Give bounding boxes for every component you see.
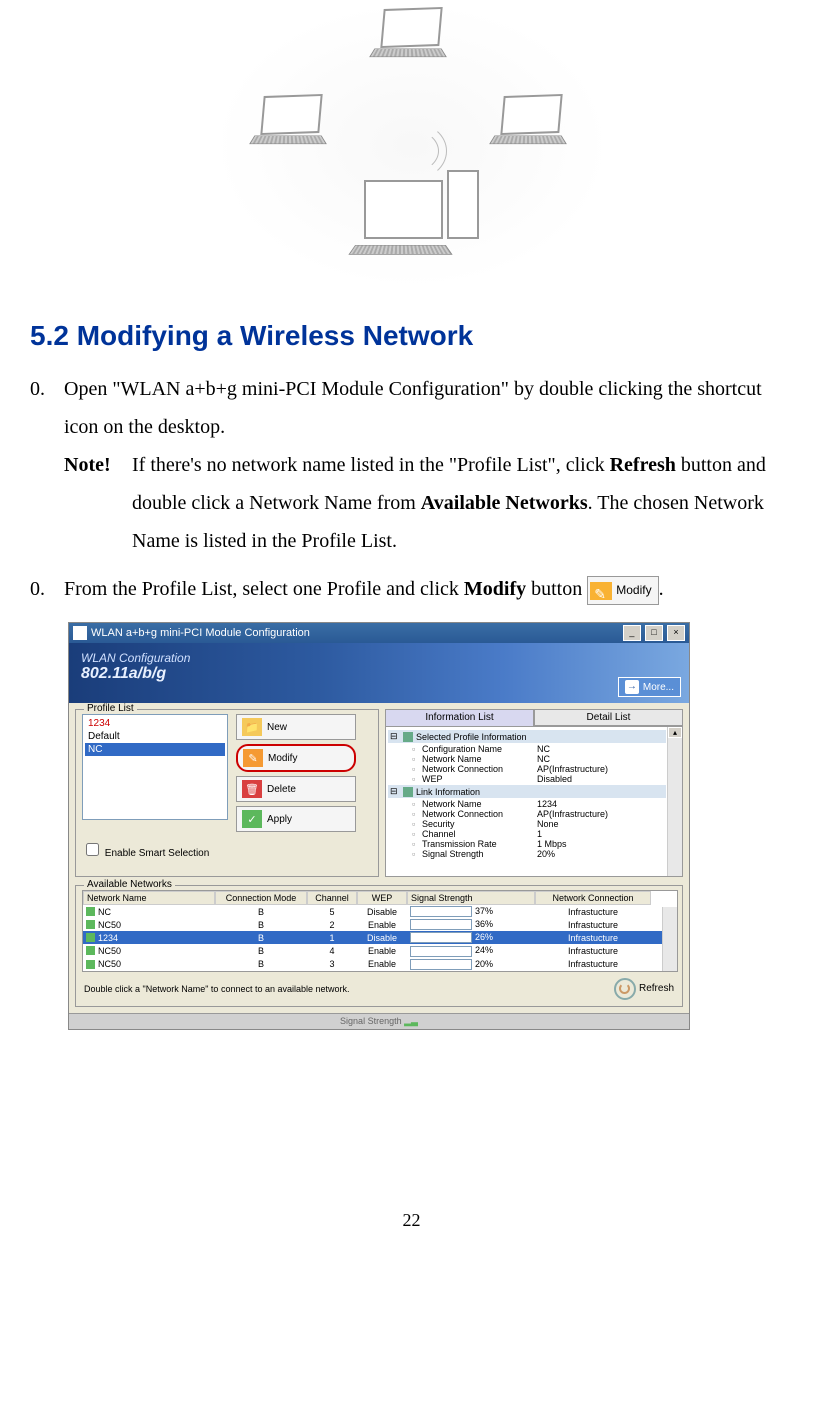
tree-row: ▫WEPDisabled bbox=[410, 774, 666, 784]
scrollbar[interactable] bbox=[662, 907, 677, 971]
profile-item[interactable]: NC bbox=[85, 743, 225, 756]
tab-detail-list[interactable]: Detail List bbox=[534, 709, 683, 726]
note-text: If there's no network name listed in the… bbox=[132, 446, 793, 560]
table-row[interactable]: 1234B1Disable26%Infrastucture bbox=[83, 931, 677, 944]
refresh-button[interactable]: Refresh bbox=[614, 978, 674, 1000]
footer-hint: Double click a "Network Name" to connect… bbox=[84, 984, 350, 994]
checkbox-input[interactable] bbox=[86, 843, 99, 856]
tree-row: ▫Network NameNC bbox=[410, 754, 666, 764]
folder-icon: 📁 bbox=[242, 718, 262, 736]
available-networks-group: Available Networks Network NameConnectio… bbox=[75, 885, 683, 1007]
link-icon bbox=[403, 787, 413, 797]
step-number: 0. bbox=[30, 570, 64, 608]
apply-button[interactable]: ✓ Apply bbox=[236, 806, 356, 832]
page-number: 22 bbox=[30, 1210, 793, 1231]
step-item: 0. From the Profile List, select one Pro… bbox=[30, 570, 793, 608]
group-label: Profile List bbox=[84, 703, 137, 714]
step-item: 0. Open "WLAN a+b+g mini-PCI Module Conf… bbox=[30, 370, 793, 560]
status-bar: Signal Strength ▂▃ bbox=[69, 1013, 689, 1029]
window-controls[interactable]: _ □ × bbox=[622, 625, 685, 641]
step-text-tail: . bbox=[659, 578, 664, 600]
tree-row: ▫Transmission Rate1 Mbps bbox=[410, 839, 666, 849]
tree-row: ▫Network Name1234 bbox=[410, 799, 666, 809]
table-header[interactable]: Network NameConnection ModeChannelWEPSig… bbox=[83, 891, 677, 905]
profile-item[interactable]: Default bbox=[85, 730, 225, 743]
tree-row: ▫Signal Strength20% bbox=[410, 849, 666, 859]
section-heading: 5.2 Modifying a Wireless Network bbox=[30, 320, 793, 352]
tree-row: ▫Network ConnectionAP(Infrastructure) bbox=[410, 764, 666, 774]
banner-subtitle: 802.11a/b/g bbox=[81, 665, 677, 683]
step-text: Open "WLAN a+b+g mini-PCI Module Configu… bbox=[64, 378, 762, 438]
network-diagram-image bbox=[212, 0, 612, 290]
network-icon bbox=[86, 907, 95, 916]
magnifier-icon bbox=[614, 978, 636, 1000]
table-row[interactable]: NCB5Disable37%Infrastucture bbox=[83, 905, 677, 918]
banner: WLAN Configuration 802.11a/b/g → More... bbox=[69, 643, 689, 703]
arrow-right-icon: → bbox=[625, 680, 639, 694]
app-window: WLAN a+b+g mini-PCI Module Configuration… bbox=[68, 622, 690, 1030]
step-text: From the Profile List, select one Profil… bbox=[64, 578, 587, 600]
network-icon bbox=[86, 960, 95, 969]
new-button[interactable]: 📁 New bbox=[236, 714, 356, 740]
step-number: 0. bbox=[30, 370, 64, 560]
more-button[interactable]: → More... bbox=[618, 677, 681, 697]
tree-row: ▫Configuration NameNC bbox=[410, 744, 666, 754]
note-label: Note! bbox=[64, 446, 132, 560]
wrench-icon: ✎ bbox=[243, 749, 263, 767]
enable-smart-selection-checkbox[interactable]: Enable Smart Selection bbox=[82, 840, 372, 859]
group-label: Available Networks bbox=[84, 879, 175, 890]
profile-icon bbox=[403, 732, 413, 742]
table-row[interactable]: NC50B3Enable20%Infrastucture bbox=[83, 958, 677, 971]
table-row[interactable]: NC50B2Enable36%Infrastucture bbox=[83, 918, 677, 931]
modify-button-inline: Modify bbox=[587, 576, 658, 605]
close-icon[interactable]: × bbox=[667, 625, 685, 641]
tree-row: ▫Network ConnectionAP(Infrastructure) bbox=[410, 809, 666, 819]
tree-row: ▫SecurityNone bbox=[410, 819, 666, 829]
information-tree[interactable]: ⊟Selected Profile Information▫Configurat… bbox=[385, 726, 683, 877]
tab-information-list[interactable]: Information List bbox=[385, 709, 534, 726]
tree-group[interactable]: ⊟Link Information bbox=[388, 785, 666, 798]
window-title: WLAN a+b+g mini-PCI Module Configuration bbox=[91, 627, 310, 639]
networks-table[interactable]: Network NameConnection ModeChannelWEPSig… bbox=[82, 890, 678, 972]
trash-icon: 🗑 bbox=[242, 780, 262, 798]
profile-item[interactable]: 1234 bbox=[85, 717, 225, 730]
window-titlebar: WLAN a+b+g mini-PCI Module Configuration… bbox=[69, 623, 689, 643]
minimize-icon[interactable]: _ bbox=[623, 625, 641, 641]
maximize-icon[interactable]: □ bbox=[645, 625, 663, 641]
check-icon: ✓ bbox=[242, 810, 262, 828]
network-icon bbox=[86, 933, 95, 942]
profile-list-group: Profile List 1234DefaultNC 📁 New ✎ Modif… bbox=[75, 709, 379, 877]
wrench-icon bbox=[590, 582, 612, 600]
app-icon bbox=[73, 626, 87, 640]
modify-button[interactable]: ✎ Modify bbox=[236, 744, 356, 772]
delete-button[interactable]: 🗑 Delete bbox=[236, 776, 356, 802]
table-row[interactable]: NC50B4Enable24%Infrastucture bbox=[83, 944, 677, 957]
profile-listbox[interactable]: 1234DefaultNC bbox=[82, 714, 228, 820]
scrollbar[interactable] bbox=[667, 727, 682, 876]
network-icon bbox=[86, 920, 95, 929]
tree-row: ▫Channel1 bbox=[410, 829, 666, 839]
banner-title: WLAN Configuration bbox=[81, 651, 677, 665]
tree-group[interactable]: ⊟Selected Profile Information bbox=[388, 730, 666, 743]
network-icon bbox=[86, 946, 95, 955]
